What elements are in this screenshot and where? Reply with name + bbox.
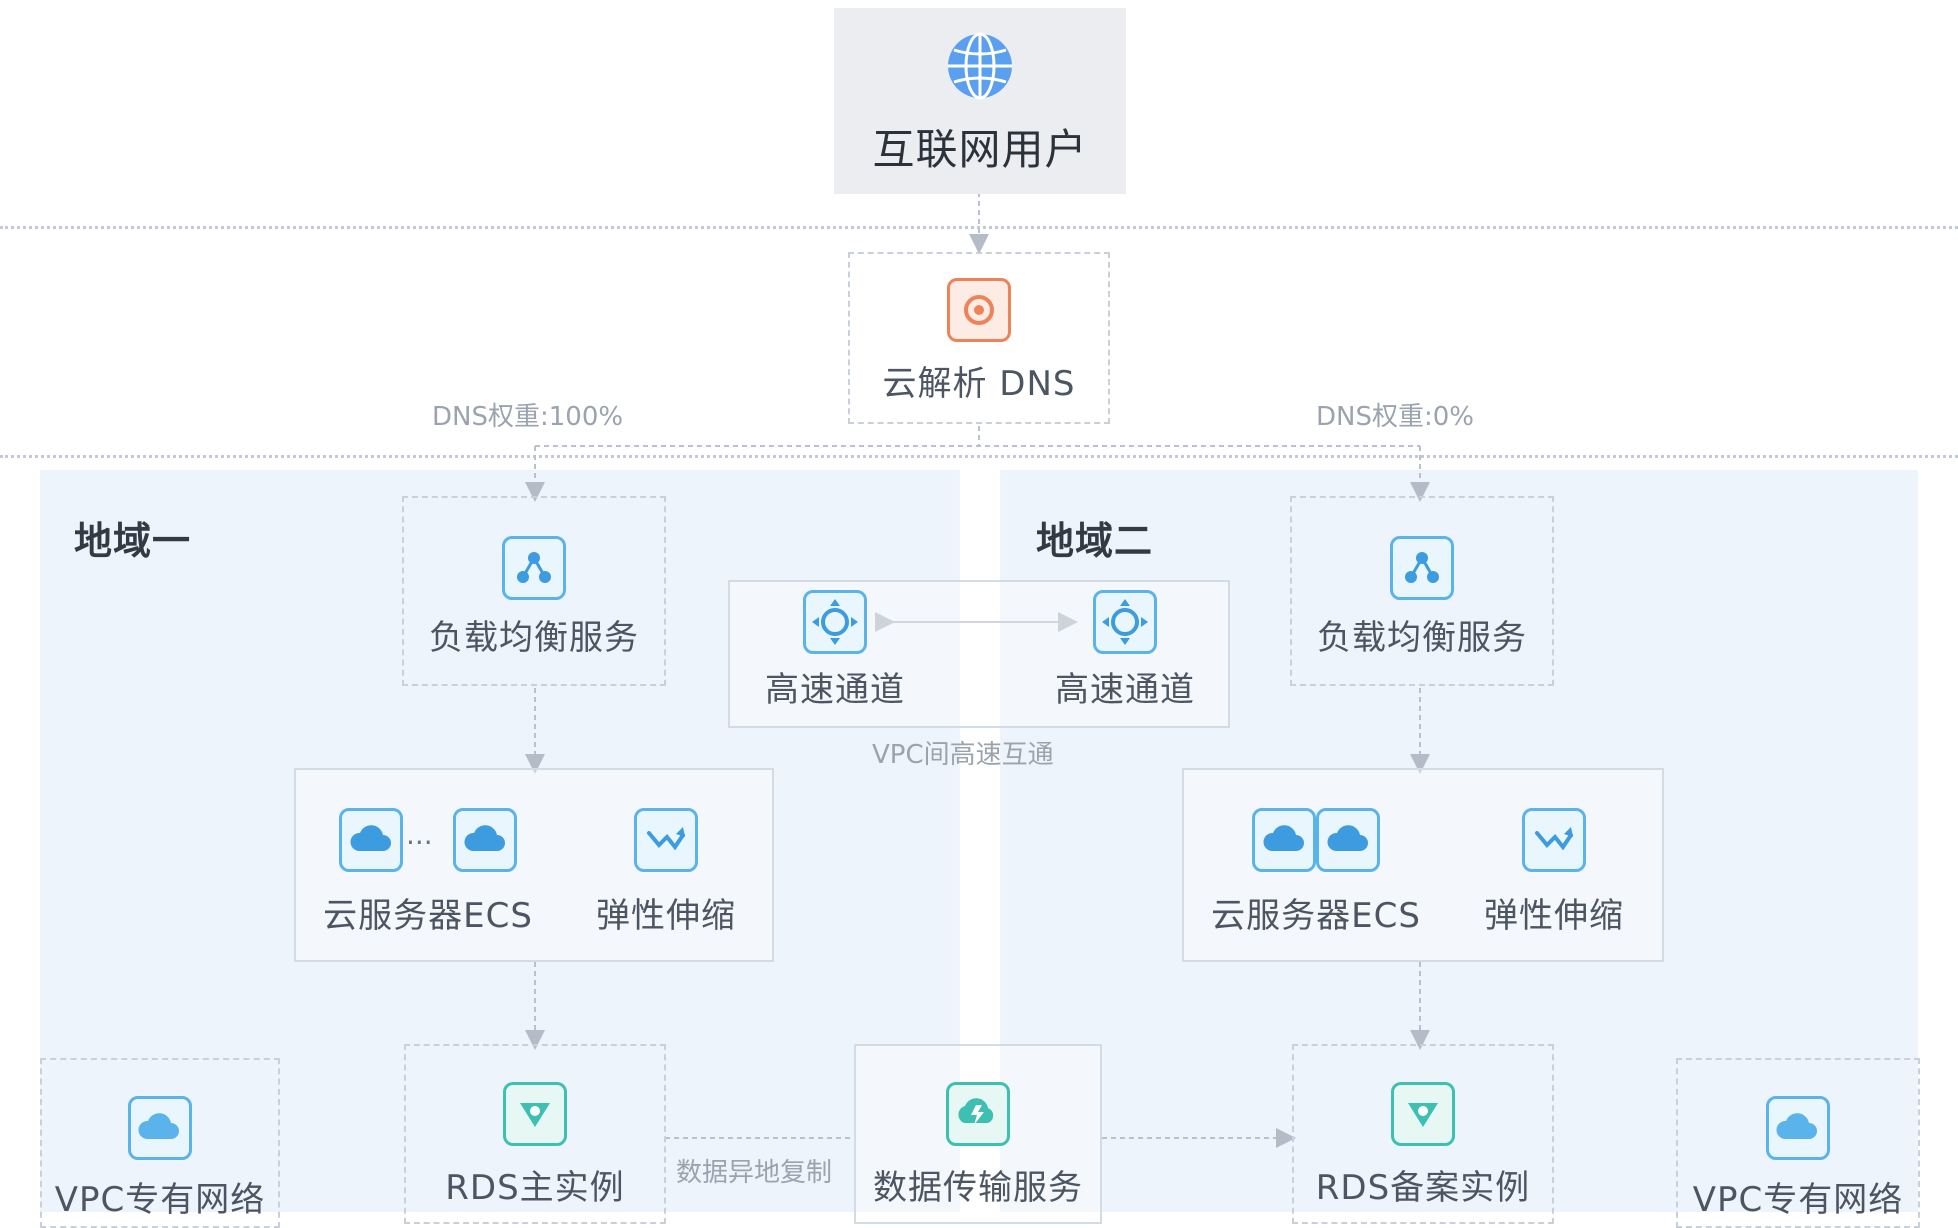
right-rds-node[interactable]: RDS备案实例 (1292, 1082, 1554, 1209)
left-autoscaling-node[interactable]: 弹性伸缩 (566, 808, 766, 937)
left-rds-label: RDS主实例 (445, 1168, 625, 1208)
left-vpc-node[interactable]: VPC专有网络 (40, 1096, 280, 1221)
cloud-server-icon (453, 808, 517, 872)
left-autoscaling-label: 弹性伸缩 (596, 896, 736, 936)
vpc-cloud-icon (128, 1096, 192, 1160)
channel-b-node[interactable]: 高速通道 (1030, 590, 1220, 711)
channel-b-label: 高速通道 (1055, 670, 1195, 710)
internet-users-node[interactable]: 互联网用户 (834, 30, 1126, 177)
load-balancer-icon (1390, 536, 1454, 600)
left-ecs-label: 云服务器ECS (323, 896, 533, 936)
dns-weight-left-label: DNS权重:100% (432, 402, 624, 432)
region-one-label: 地域一 (74, 519, 192, 563)
separator-top (0, 226, 1958, 229)
ecs-ellipsis: ··· (406, 826, 433, 859)
architecture-diagram: 互联网用户 云解析 DNS DNS权重:100% DNS权重:0% 地域一 地域… (0, 0, 1958, 1228)
dts-label: 数据传输服务 (873, 1168, 1083, 1208)
right-autoscaling-node[interactable]: 弹性伸缩 (1454, 808, 1654, 937)
right-slb-node[interactable]: 负载均衡服务 (1290, 536, 1554, 659)
auto-scaling-icon (1522, 808, 1586, 872)
right-slb-label: 负载均衡服务 (1317, 618, 1527, 658)
right-vpc-node[interactable]: VPC专有网络 (1676, 1096, 1920, 1221)
rds-icon (503, 1082, 567, 1146)
region-two-label: 地域二 (1036, 519, 1154, 563)
cloud-server-icon (339, 808, 403, 872)
right-ecs-node[interactable]: 云服务器ECS (1196, 808, 1436, 937)
right-autoscaling-label: 弹性伸缩 (1484, 896, 1624, 936)
separator-middle (0, 455, 1958, 458)
dns-icon (947, 278, 1011, 342)
dns-weight-right-label: DNS权重:0% (1316, 402, 1474, 432)
left-slb-node[interactable]: 负载均衡服务 (402, 536, 666, 659)
rds-icon (1391, 1082, 1455, 1146)
internet-users-label: 互联网用户 (872, 125, 1088, 174)
express-connect-icon (1093, 590, 1157, 654)
right-vpc-label: VPC专有网络 (1692, 1180, 1904, 1220)
right-rds-label: RDS备案实例 (1315, 1168, 1531, 1208)
dts-node[interactable]: 数据传输服务 (854, 1082, 1102, 1209)
left-vpc-label: VPC专有网络 (54, 1180, 266, 1220)
dns-label: 云解析 DNS (882, 364, 1076, 404)
channel-a-label: 高速通道 (765, 670, 905, 710)
vpc-peering-label: VPC间高速互通 (872, 740, 1054, 770)
globe-icon (948, 32, 1012, 100)
data-transmission-icon (946, 1082, 1010, 1146)
auto-scaling-icon (634, 808, 698, 872)
channel-a-node[interactable]: 高速通道 (740, 590, 930, 711)
load-balancer-icon (502, 536, 566, 600)
left-rds-node[interactable]: RDS主实例 (404, 1082, 666, 1209)
vpc-cloud-icon (1766, 1096, 1830, 1160)
cloud-server-icon (1252, 808, 1316, 872)
left-slb-label: 负载均衡服务 (429, 618, 639, 658)
data-sync-label: 数据异地复制 (676, 1158, 833, 1188)
right-ecs-label: 云服务器ECS (1211, 896, 1421, 936)
cloud-server-icon (1316, 808, 1380, 872)
dns-node[interactable]: 云解析 DNS (848, 278, 1110, 405)
express-connect-icon (803, 590, 867, 654)
